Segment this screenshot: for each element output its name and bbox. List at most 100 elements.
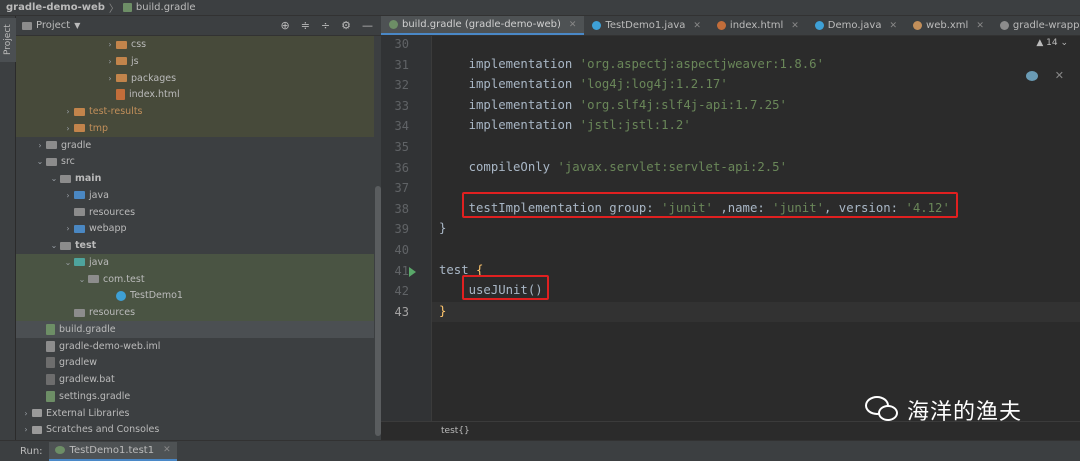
line-number: 33 — [394, 98, 409, 113]
tree-item[interactable]: › test-results — [16, 103, 374, 120]
left-tool-strip: Project — [0, 16, 16, 446]
breadcrumb-item[interactable]: test{} — [441, 426, 470, 436]
code-editor[interactable]: ▲ 14 ⌄ ✕ 30 31 implementation 'org.aspect… — [381, 36, 1080, 421]
code-line: } — [439, 221, 446, 235]
tree-item[interactable]: ⌄ com.test — [16, 270, 374, 288]
close-icon[interactable]: ✕ — [791, 21, 799, 31]
tree-item-label: settings.gradle — [59, 390, 131, 402]
chevron-right-icon[interactable]: › — [104, 74, 116, 83]
folder-icon — [74, 124, 85, 133]
editor-tab[interactable]: build.gradle (gradle-demo-web) ✕ — [381, 16, 585, 35]
code-token: 'org.slf4j:slf4j-api:1.7.25' — [579, 97, 787, 112]
tree-item[interactable]: › java — [16, 187, 374, 204]
tree-item[interactable]: build.gradle — [16, 320, 374, 338]
chevron-right-icon[interactable]: › — [62, 124, 74, 133]
editor-tab-label: TestDemo1.java — [605, 20, 686, 31]
tree-item[interactable]: ⌄ src — [16, 153, 374, 170]
tree-item-label: src — [61, 156, 75, 168]
close-icon[interactable]: ✕ — [163, 445, 171, 455]
tree-item[interactable]: index.html — [16, 86, 374, 104]
close-icon[interactable]: ✕ — [1055, 69, 1064, 82]
chevron-right-icon[interactable]: › — [62, 107, 74, 116]
chevron-right-icon[interactable]: › — [34, 141, 46, 150]
run-tool-bar: Run: TestDemo1.test1 ✕ — [0, 440, 1080, 461]
chevron-right-icon[interactable]: › — [62, 191, 74, 200]
chevron-down-icon[interactable]: ⌄ — [62, 258, 74, 267]
chevron-right-icon[interactable]: › — [104, 40, 116, 49]
chevron-right-icon[interactable]: › — [62, 224, 74, 233]
tree-item[interactable]: › External Libraries — [16, 405, 374, 422]
project-tool-tab[interactable]: Project — [0, 18, 16, 62]
tree-item-label: gradle-demo-web.iml — [59, 340, 161, 352]
sh-file-icon — [46, 374, 55, 385]
gradle-run-icon — [54, 446, 65, 454]
locate-icon[interactable]: ⊕ — [280, 19, 289, 32]
editor-tab[interactable]: index.html ✕ — [709, 16, 807, 35]
tree-item[interactable]: › tmp — [16, 119, 374, 137]
hide-panel-icon[interactable]: — — [362, 19, 373, 32]
code-token: implementation — [439, 56, 580, 71]
chevron-down-icon[interactable]: ⌄ — [48, 174, 60, 183]
tree-item[interactable]: TestDemo1 — [16, 287, 374, 305]
tree-item[interactable]: › Scratches and Consoles — [16, 421, 374, 438]
file-type-icon — [999, 21, 1009, 30]
folder-icon — [88, 275, 99, 283]
editor-tab[interactable]: web.xml ✕ — [905, 16, 992, 35]
file-type-icon — [913, 21, 923, 30]
tree-item[interactable]: › gradle — [16, 137, 374, 154]
project-name[interactable]: gradle-demo-web — [6, 2, 105, 13]
inspection-hint[interactable]: ▲ 14 ⌄ — [1036, 38, 1068, 48]
editor-tab-label: index.html — [729, 20, 784, 31]
close-icon[interactable]: ✕ — [976, 21, 984, 31]
chevron-down-icon[interactable]: ⌄ — [34, 157, 46, 166]
folder-icon — [74, 191, 85, 200]
tree-item[interactable]: ⌄ java — [16, 253, 374, 271]
editor-tab-label: Demo.java — [827, 20, 882, 31]
libs-file-icon — [32, 409, 42, 417]
code-token: } — [439, 221, 447, 236]
editor-tab[interactable]: gradle-wrapper.properties✕ — [992, 16, 1080, 35]
gradle-reload-icon[interactable] — [1026, 71, 1038, 81]
watermark-text: 海洋的渔夫 — [907, 400, 1023, 425]
tree-item[interactable]: resources — [16, 204, 374, 221]
tree-item[interactable]: gradle-demo-web.iml — [16, 338, 374, 355]
expand-all-icon[interactable]: ÷ — [321, 19, 330, 32]
chevron-right-icon[interactable]: › — [20, 409, 32, 418]
folder-icon — [116, 57, 127, 66]
highlight-box-usejunit — [462, 275, 549, 300]
tree-item[interactable]: › css — [16, 36, 374, 53]
current-file-name[interactable]: build.gradle — [136, 2, 196, 13]
file-type-icon — [389, 20, 398, 29]
current-line-highlight — [432, 301, 1080, 322]
tree-item[interactable]: ⌄ main — [16, 170, 374, 187]
folder-icon — [74, 208, 85, 216]
tree-item[interactable]: settings.gradle — [16, 388, 374, 405]
tree-item[interactable]: gradlew — [16, 354, 374, 371]
tree-item[interactable]: gradlew.bat — [16, 371, 374, 388]
run-gutter-icon[interactable] — [409, 266, 416, 277]
tree-item-label: packages — [131, 72, 177, 84]
editor-tab[interactable]: TestDemo1.java ✕ — [584, 16, 708, 35]
editor-tab[interactable]: Demo.java ✕ — [807, 16, 905, 35]
chevron-right-icon[interactable]: › — [20, 425, 32, 434]
collapse-all-icon[interactable]: ≑ — [301, 19, 310, 32]
chevron-right-icon[interactable]: › — [104, 57, 116, 66]
tree-item-label: tmp — [89, 122, 109, 134]
settings-icon[interactable]: ⚙ — [341, 19, 351, 32]
tree-item-label: build.gradle — [59, 323, 116, 335]
folder-icon — [60, 174, 71, 183]
tree-item[interactable]: › webapp — [16, 220, 374, 237]
project-view-selector[interactable]: Project ▼ — [22, 20, 80, 31]
tree-item[interactable]: › packages — [16, 69, 374, 87]
chevron-down-icon[interactable]: ⌄ — [48, 241, 60, 250]
close-icon[interactable]: ✕ — [569, 20, 577, 30]
close-icon[interactable]: ✕ — [889, 21, 897, 31]
gradle-file-icon — [122, 3, 132, 12]
line-number: 43 — [394, 304, 409, 319]
run-tab[interactable]: TestDemo1.test1 ✕ — [48, 441, 177, 461]
chevron-down-icon[interactable]: ⌄ — [76, 275, 88, 284]
tree-item[interactable]: ⌄ test — [16, 237, 374, 254]
tree-item[interactable]: › js — [16, 52, 374, 70]
close-icon[interactable]: ✕ — [693, 21, 701, 31]
tree-item[interactable]: resources — [16, 304, 374, 321]
